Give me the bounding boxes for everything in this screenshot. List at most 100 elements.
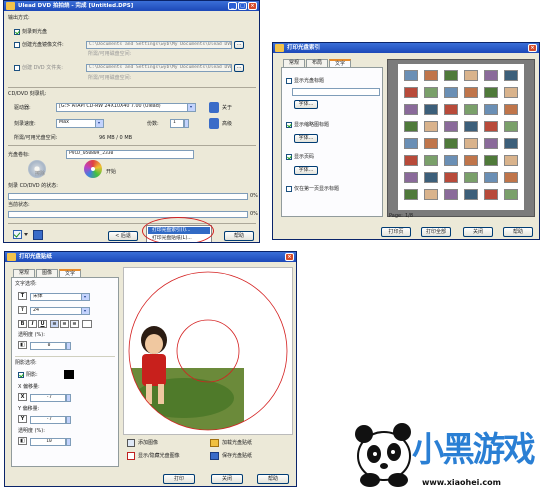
index-thumbnail [404,121,418,132]
index-thumbnail [464,138,478,149]
shadow-transparency-input[interactable]: 10 [30,438,66,446]
show-thumb-title-checkbox[interactable] [286,122,292,128]
transparency-input[interactable]: 0 [30,342,66,350]
app-icon [7,253,16,261]
print-button[interactable]: 打印 [163,474,195,484]
italic-button[interactable]: I [28,320,37,328]
underline-button[interactable]: U [38,320,47,328]
align-right-icon[interactable]: ≡ [70,320,79,328]
index-help-button[interactable]: 帮助 [503,227,533,237]
create-folder-label: 创建 DVD 文件夹: [22,65,63,71]
font-size-select[interactable]: 24 [30,307,90,315]
index-thumbnail [504,104,518,115]
y-offset-stepper[interactable] [66,416,71,424]
image-path-field[interactable]: C:\Documents and Settings\wyb\My Documen… [86,41,232,49]
burn-window-titlebar[interactable]: Ulead DVD 拍拍烧 - 完成 [Untitled.DPS] _ □ × [4,1,259,11]
current-status-label: 当前状态: [8,202,30,208]
recorder-status-label: 刻录 CD/DVD 的状态: [8,183,58,189]
index-preview-page [398,64,524,210]
drive-select[interactable]: [G:> ATAPI CD-RW 24X10X40 7.00 (Ulead) [56,103,196,112]
close-button[interactable]: × [248,2,257,10]
burn-disc-checkbox[interactable] [14,29,20,35]
index-thumbnail [504,189,518,200]
copies-input[interactable]: 1 [170,119,184,128]
font-select-value: 宋体 [33,294,43,299]
show-page-number-checkbox[interactable] [286,154,292,160]
burn-disc-label: 刻录到光盘 [22,29,48,35]
save-icon[interactable] [210,452,219,460]
x-offset-input[interactable]: -7 [30,394,66,402]
shadow-transparency-stepper[interactable] [66,438,71,446]
folder-path-field[interactable]: C:\Documents and Settings\wyb\My Documen… [86,64,232,72]
current-progress-bar [8,211,248,218]
index-text-panel: 显示光盘标题 字体... 显示缩略图标题 字体... 显示页码 字体... 仅在… [281,67,383,217]
chevron-down-icon[interactable] [24,233,28,236]
align-left-icon[interactable]: ≡ [50,320,59,328]
create-image-checkbox[interactable] [14,42,20,48]
settings-icon[interactable] [209,118,219,129]
about-button[interactable]: 关于 [222,105,232,111]
x-offset-stepper[interactable] [66,394,71,402]
folder-open-icon[interactable] [210,439,219,447]
print-index-titlebar[interactable]: 打印光盘索引 × [273,43,539,53]
transparency-label: 透明度 (%): [18,332,45,338]
advanced-button[interactable]: 高级 [222,121,232,127]
index-close-button[interactable]: 关闭 [463,227,493,237]
maximize-button[interactable]: □ [238,2,247,10]
help-button[interactable]: 帮助 [224,231,254,241]
index-thumbnail [484,155,498,166]
show-hide-icon[interactable] [127,452,135,460]
font-button-3[interactable]: 字体... [294,166,318,175]
show-title-checkbox[interactable] [286,78,292,84]
close-button[interactable]: × [285,253,294,261]
font-button-2[interactable]: 字体... [294,134,318,143]
text-color-swatch[interactable] [82,320,92,328]
first-page-title-checkbox[interactable] [286,186,292,192]
logo-text: 小黑游戏 [412,430,535,470]
index-thumbnail [424,189,438,200]
print-all-button[interactable]: 打印全部 [421,227,451,237]
load-label-button[interactable]: 加载光盘贴纸 [222,440,252,446]
show-hide-button[interactable]: 显示/隐藏光盘图像 [138,453,180,459]
add-image-icon[interactable] [127,439,135,447]
back-button[interactable]: < 后退 [108,231,138,241]
index-thumbnail [424,104,438,115]
align-center-icon[interactable]: ≡ [60,320,69,328]
close-button[interactable]: × [528,44,537,52]
save-icon[interactable] [33,230,43,240]
browse-image-button[interactable]: ... [234,41,244,49]
shadow-checkbox[interactable] [18,372,24,378]
minimize-button[interactable]: _ [228,2,237,10]
print-page-button[interactable]: 打印页 [381,227,411,237]
label-help-button[interactable]: 帮助 [257,474,289,484]
app-icon [6,2,15,10]
transparency-stepper[interactable] [66,342,71,350]
add-image-button[interactable]: 添加图像 [138,440,158,446]
copies-stepper[interactable] [184,119,189,128]
font-button-1[interactable]: 字体... [294,100,318,109]
title-input[interactable] [292,88,380,96]
index-thumbnail [504,70,518,81]
label-close-button[interactable]: 关闭 [211,474,243,484]
info-icon[interactable] [209,102,219,113]
speed-select[interactable]: Max [56,119,104,128]
index-thumbnail [504,172,518,183]
create-folder-checkbox[interactable] [14,65,20,71]
volume-input[interactable]: PVCD_050809_2330 [66,150,194,159]
save-label-button[interactable]: 保存光盘贴纸 [222,453,252,459]
print-index-window: 打印光盘索引 × 常规 布局 文字 显示光盘标题 字体... 显示缩略图标题 字… [272,42,540,240]
transparency-icon: ◧ [18,341,27,349]
shadow-color-swatch[interactable] [64,370,74,379]
index-thumbnail [444,189,458,200]
index-thumbnail [484,121,498,132]
print-label-titlebar[interactable]: 打印光盘贴纸 × [5,252,296,262]
index-thumbnail [444,87,458,98]
font-select[interactable]: 宋体 [30,293,90,301]
check-icon[interactable] [13,230,22,239]
create-image-label: 创建光盘镜像文件: [22,42,64,48]
bold-button[interactable]: B [18,320,27,328]
speed-label: 刻录速度: [14,121,36,127]
browse-folder-button[interactable]: ... [234,64,244,72]
y-offset-input[interactable]: -7 [30,416,66,424]
divider [15,356,115,357]
